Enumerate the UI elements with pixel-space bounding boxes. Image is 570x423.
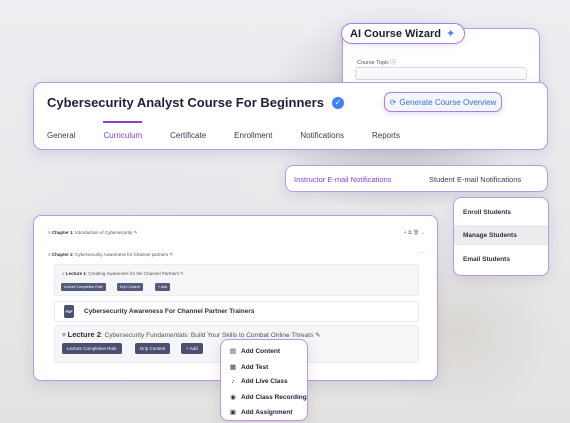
add-content-label: Add Content bbox=[241, 347, 280, 355]
edit-icon[interactable]: ✎ bbox=[134, 230, 138, 235]
tab-reports[interactable]: Reports bbox=[372, 131, 400, 140]
tab-general[interactable]: General bbox=[47, 131, 75, 140]
sparkle-refresh-icon: ⟳ bbox=[389, 97, 397, 107]
lecture-1-completion-rule-button[interactable]: Lecture Completion Rule bbox=[61, 283, 106, 291]
edit-icon[interactable]: ✎ bbox=[169, 252, 173, 257]
lecture-1-title: : Creating Awareness for the Channel Par… bbox=[85, 271, 179, 276]
lecture-2-prefix: Lecture 2 bbox=[67, 330, 101, 339]
add-class-recording-item[interactable]: ◉ Add Class Recording bbox=[229, 393, 307, 402]
course-title-text: Cybersecurity Analyst Course For Beginne… bbox=[47, 95, 324, 110]
chapter-2-title: : Cybersecurity Awareness for Channel pa… bbox=[72, 252, 169, 257]
chapter-2-row[interactable]: ≡ Chapter 2: Cybersecurity Awareness for… bbox=[48, 252, 173, 258]
camera-icon: ◉ bbox=[230, 394, 236, 401]
generate-course-overview-button[interactable]: ⟳ Generate Course Overview bbox=[384, 92, 502, 112]
ai-wizard-title-text: AI Course Wizard bbox=[350, 27, 441, 40]
lecture-1-drip-content-button[interactable]: Drip Content bbox=[117, 283, 143, 291]
add-assignment-label: Add Assignment bbox=[241, 408, 293, 416]
add-content-menu: ▤ Add Content ▦ Add Test ♪ Add Live Clas… bbox=[220, 339, 308, 421]
pdf-content-title: Cybersecurity Awareness For Channel Part… bbox=[84, 308, 255, 315]
lecture-2-add-button[interactable]: + Add bbox=[181, 343, 203, 354]
edit-icon[interactable]: ✎ bbox=[315, 332, 320, 339]
test-icon: ▦ bbox=[229, 364, 237, 371]
lecture-2-drip-content-button[interactable]: Drip Content bbox=[135, 343, 171, 354]
chapter-1-prefix: Chapter 1 bbox=[51, 230, 73, 235]
course-tabs: General Curriculum Certificate Enrollmen… bbox=[47, 121, 428, 140]
assignment-icon: ▣ bbox=[229, 409, 237, 416]
manage-students-item[interactable]: Manage Students bbox=[454, 225, 548, 245]
more-options-icon[interactable]: ··· bbox=[419, 250, 425, 256]
ai-wizard-title: AI Course Wizard ✦ bbox=[341, 23, 466, 44]
pdf-content-item[interactable]: PDF Cybersecurity Awareness For Channel … bbox=[54, 301, 419, 322]
chapter-1-actions[interactable]: + ⧉ 🗑 ⌄ bbox=[404, 230, 425, 236]
tab-curriculum[interactable]: Curriculum bbox=[103, 121, 142, 140]
verified-check-icon: ✓ bbox=[331, 96, 344, 109]
course-topic-label: Course Topic ⓘ bbox=[357, 60, 397, 66]
edit-icon[interactable]: ✎ bbox=[180, 271, 184, 276]
lecture-2-title: : Cybersecurity Fundamentals: Build Your… bbox=[100, 332, 314, 339]
student-email-notifications-option[interactable]: Student E-mail Notifications bbox=[429, 175, 521, 184]
course-title: Cybersecurity Analyst Course For Beginne… bbox=[47, 95, 344, 110]
lecture-1-card: ≡ Lecture 1: Creating Awareness for the … bbox=[54, 264, 419, 296]
lecture-1-add-button[interactable]: + Add bbox=[155, 283, 171, 291]
lecture-2-row[interactable]: ≡ Lecture 2: Cybersecurity Fundamentals:… bbox=[62, 330, 321, 339]
chapter-2-prefix: Chapter 2 bbox=[51, 252, 73, 257]
lecture-2-completion-rule-button[interactable]: Lecture Completion Rule bbox=[62, 343, 122, 354]
add-live-class-label: Add Live Class bbox=[241, 378, 288, 385]
lecture-1-row[interactable]: ≡ Lecture 1: Creating Awareness for the … bbox=[62, 271, 184, 277]
email-students-item[interactable]: Email Students bbox=[454, 249, 548, 269]
generate-course-overview-label: Generate Course Overview bbox=[399, 97, 497, 107]
course-header-panel: Cybersecurity Analyst Course For Beginne… bbox=[33, 82, 548, 150]
course-topic-input[interactable] bbox=[355, 67, 527, 80]
add-content-item[interactable]: ▤ Add Content bbox=[229, 347, 280, 356]
tab-enrollment[interactable]: Enrollment bbox=[234, 131, 272, 140]
magic-wand-icon: ✦ bbox=[445, 28, 456, 40]
tab-certificate[interactable]: Certificate bbox=[170, 131, 206, 140]
chapter-1-title: : Introduction of Cybersecurity bbox=[72, 230, 133, 235]
lecture-1-prefix: Lecture 1 bbox=[65, 271, 86, 276]
microphone-icon: ♪ bbox=[231, 378, 235, 385]
enroll-students-item[interactable]: Enroll Students bbox=[454, 202, 548, 222]
add-class-recording-label: Add Class Recording bbox=[241, 393, 307, 401]
tab-notifications[interactable]: Notifications bbox=[300, 131, 344, 140]
add-assignment-item[interactable]: ▣ Add Assignment bbox=[229, 408, 293, 417]
document-icon: ▤ bbox=[229, 348, 237, 355]
students-menu: Enroll Students Manage Students Email St… bbox=[453, 197, 549, 276]
add-live-class-item[interactable]: ♪ Add Live Class bbox=[229, 378, 288, 385]
add-test-item[interactable]: ▦ Add Test bbox=[229, 363, 269, 372]
email-notification-toggle: Instructor E-mail Notifications Student … bbox=[285, 165, 548, 192]
chapter-1-row[interactable]: ≡ Chapter 1: Introduction of Cybersecuri… bbox=[48, 230, 137, 236]
instructor-email-notifications-option[interactable]: Instructor E-mail Notifications bbox=[294, 175, 392, 184]
pdf-file-icon: PDF bbox=[64, 305, 74, 318]
add-test-label: Add Test bbox=[241, 363, 269, 371]
